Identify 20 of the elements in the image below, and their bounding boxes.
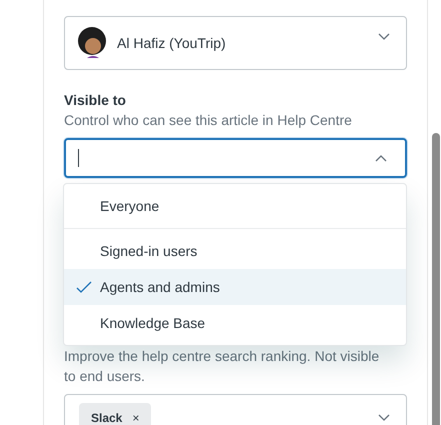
field-description: Control who can see this article in Help Centre bbox=[64, 111, 353, 130]
field-label: Visible to bbox=[64, 91, 127, 110]
visibility-combobox[interactable] bbox=[64, 138, 407, 178]
owner-select[interactable]: Al Hafiz (YouTrip) bbox=[64, 16, 407, 70]
menu-option[interactable]: Agents and admins bbox=[64, 269, 406, 305]
scrollbar-thumb[interactable] bbox=[432, 133, 440, 425]
menu-option[interactable]: Knowledge Base bbox=[64, 305, 406, 341]
menu-option[interactable]: Everyone bbox=[64, 188, 406, 224]
menu-option[interactable]: Signed-in users bbox=[64, 233, 406, 269]
chevron-down-icon bbox=[378, 33, 390, 41]
field-description: Improve the help centre search ranking. Not visible to end users. bbox=[64, 347, 380, 386]
chevron-down-icon bbox=[378, 414, 390, 422]
tag-label: Slack bbox=[91, 410, 122, 425]
check-icon bbox=[76, 280, 92, 294]
avatar-icon bbox=[77, 27, 109, 59]
remove-tag-button[interactable]: × bbox=[132, 409, 140, 425]
owner-name: Al Hafiz (YouTrip) bbox=[117, 34, 226, 53]
chevron-up-icon bbox=[375, 154, 387, 162]
text-cursor bbox=[78, 149, 79, 167]
labels-select[interactable]: Slack × bbox=[64, 394, 407, 425]
